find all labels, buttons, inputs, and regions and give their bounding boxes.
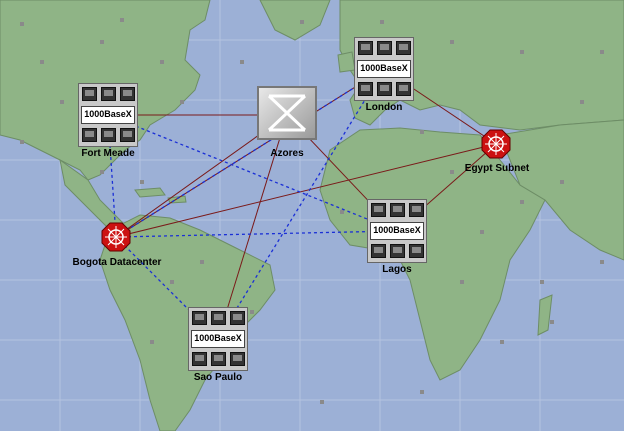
greenland xyxy=(259,0,331,41)
router-icon xyxy=(101,222,131,252)
node-label-sao-paulo: Sao Paulo xyxy=(193,372,243,383)
node-label-london: London xyxy=(365,102,403,113)
madagascar xyxy=(537,294,553,336)
lan-label: 1000BaseX xyxy=(191,330,245,348)
lan-label: 1000BaseX xyxy=(357,60,411,78)
node-label-egypt-subnet: Egypt Subnet xyxy=(464,163,530,174)
lan-label: 1000BaseX xyxy=(81,106,135,124)
node-bogota-datacenter[interactable] xyxy=(101,222,131,257)
node-label-fort-meade: Fort Meade xyxy=(81,148,135,159)
world-map xyxy=(0,0,624,431)
router-icon xyxy=(481,129,511,159)
switch-icon xyxy=(257,86,317,140)
node-label-azores: Azores xyxy=(270,148,304,159)
lan-icon: 1000BaseX xyxy=(367,199,427,263)
lan-icon: 1000BaseX xyxy=(188,307,248,371)
node-label-bogota-datacenter: Bogota Datacenter xyxy=(72,257,162,268)
lan-label: 1000BaseX xyxy=(370,222,424,240)
lan-icon: 1000BaseX xyxy=(78,83,138,147)
node-egypt-subnet[interactable] xyxy=(481,129,511,164)
node-label-lagos: Lagos xyxy=(382,264,412,275)
network-map-canvas[interactable]: 1000BaseX Fort Meade Azores 1000BaseX Lo… xyxy=(0,0,624,431)
lan-icon: 1000BaseX xyxy=(354,37,414,101)
